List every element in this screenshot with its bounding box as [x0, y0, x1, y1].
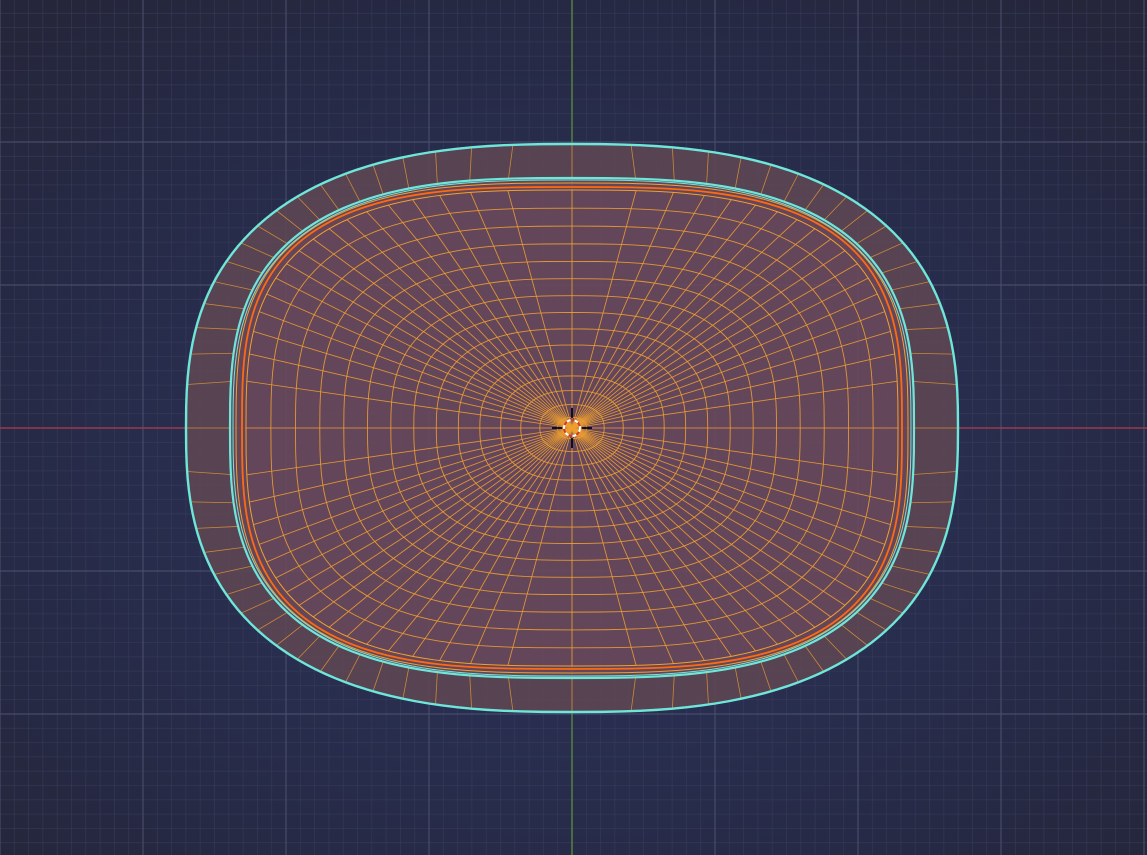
3d-viewport[interactable]	[0, 0, 1147, 855]
selected-mesh-object[interactable]	[184, 142, 960, 714]
radial-spoke-edges	[246, 190, 898, 666]
viewport-canvas[interactable]	[0, 0, 1147, 855]
